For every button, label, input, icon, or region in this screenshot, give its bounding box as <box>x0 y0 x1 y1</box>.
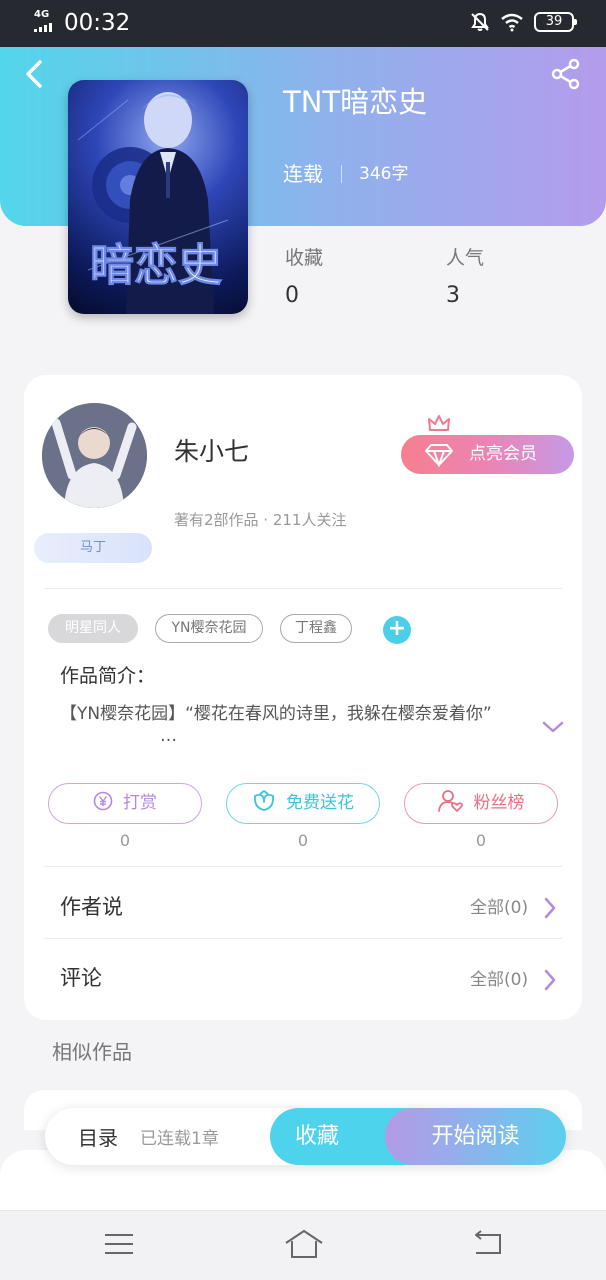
svg-text:暗恋史: 暗恋史 <box>90 240 222 291</box>
back-icon[interactable] <box>18 58 50 90</box>
share-icon[interactable] <box>550 58 582 90</box>
author-meta: 著有2部作品 · 211人关注 <box>174 511 347 529</box>
author-notes-title: 作者说 <box>60 895 123 919</box>
stat-favorites: 收藏 0 <box>285 244 323 311</box>
avatar-image <box>42 403 147 508</box>
book-meta: 连载 346字 <box>283 160 408 188</box>
vip-button-label: 点亮会员 <box>469 444 537 464</box>
vip-button[interactable]: 点亮会员 <box>401 435 574 474</box>
avatar[interactable] <box>42 403 147 508</box>
book-title: TNT暗恋史 <box>283 85 428 119</box>
signal-icon <box>34 22 52 32</box>
send-flower-label: 免费送花 <box>286 793 354 813</box>
fan-rank-button[interactable]: 粉丝榜 <box>404 783 558 824</box>
tip-button[interactable]: 打赏 <box>48 783 202 824</box>
clock: 00:32 <box>64 10 131 36</box>
word-count: 346字 <box>359 164 409 184</box>
chevron-down-icon[interactable] <box>542 718 564 736</box>
author-name[interactable]: 朱小七 <box>174 436 249 468</box>
stat-value: 3 <box>446 283 460 308</box>
author-notes-link[interactable]: 全部(0) <box>470 895 528 921</box>
stat-label: 收藏 <box>285 247 324 269</box>
fan-heart-icon <box>437 790 463 812</box>
network-type: 4G <box>34 9 50 20</box>
divider <box>44 866 562 867</box>
chapter-count: 已连载1章 <box>140 1129 219 1149</box>
fan-rank-label: 粉丝榜 <box>473 793 525 813</box>
start-reading-button[interactable]: 开始阅读 <box>385 1108 566 1165</box>
mute-bell-icon <box>471 12 489 31</box>
chevron-right-icon[interactable] <box>542 968 558 992</box>
flower-icon <box>254 790 274 811</box>
comments-title: 评论 <box>60 966 102 990</box>
back-nav-icon[interactable] <box>472 1229 504 1259</box>
cover-illustration: 暗恋史 <box>77 92 229 314</box>
fan-count: 0 <box>475 831 487 850</box>
stat-label: 人气 <box>446 247 485 269</box>
home-icon[interactable] <box>284 1229 324 1259</box>
divider <box>44 938 562 939</box>
send-flower-button[interactable]: 免费送花 <box>226 783 380 824</box>
status-bar: 4G 00:32 39 <box>0 0 606 47</box>
toc-button[interactable]: 目录 <box>78 1124 118 1152</box>
book-cover[interactable]: 暗恋史 <box>68 80 248 314</box>
similar-works-title: 相似作品 <box>52 1040 132 1064</box>
book-status: 连载 <box>283 162 323 186</box>
stat-value: 0 <box>285 283 299 308</box>
chevron-right-icon[interactable] <box>542 896 558 920</box>
menu-icon[interactable] <box>103 1229 135 1259</box>
meta-divider <box>341 165 342 183</box>
intro-ellipsis: … <box>160 726 177 746</box>
diamond-icon <box>425 444 453 467</box>
stat-popularity: 人气 3 <box>446 244 484 311</box>
tip-label: 打赏 <box>123 793 157 813</box>
intro-text: 【YN樱奈花园】“樱花在春风的诗里，我躲在樱奈爱着你” <box>60 704 492 724</box>
add-tag-button[interactable]: + <box>383 616 411 644</box>
tag-topic[interactable]: YN樱奈花园 <box>155 614 263 643</box>
battery-indicator: 39 <box>534 12 577 32</box>
yen-icon <box>93 791 113 811</box>
tag-genre[interactable]: 明星同人 <box>48 614 138 643</box>
flower-count: 0 <box>297 831 309 850</box>
wifi-icon <box>501 13 523 32</box>
crown-icon <box>428 415 450 431</box>
comments-link[interactable]: 全部(0) <box>470 967 528 993</box>
tag-person[interactable]: 丁程鑫 <box>280 614 352 643</box>
tip-count: 0 <box>119 831 131 850</box>
author-badge: 马丁 <box>34 533 152 563</box>
intro-label: 作品简介： <box>60 665 156 687</box>
divider <box>44 588 562 589</box>
